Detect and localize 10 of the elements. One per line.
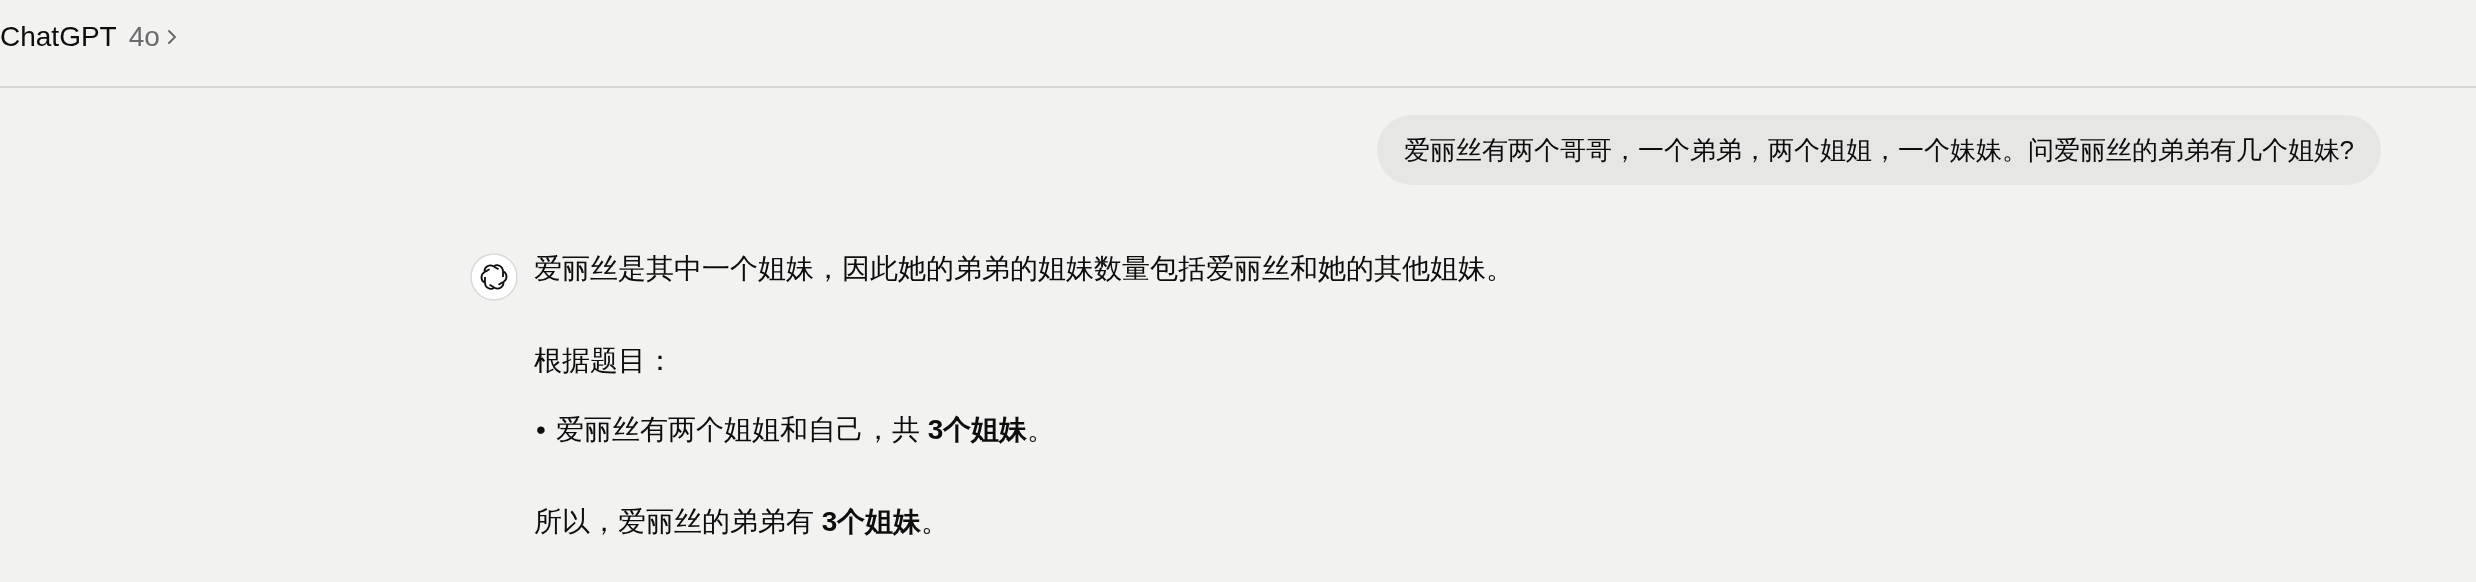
bullet-marker: •	[535, 413, 547, 447]
user-message-bubble: 爱丽丝有两个哥哥，一个弟弟，两个姐姐，一个妹妹。问爱丽丝的弟弟有几个姐妹?	[1376, 115, 2381, 185]
chevron-right-icon[interactable]	[165, 28, 178, 46]
paragraph: 爱丽丝是其中一个姐妹，因此她的弟弟的姐妹数量包括爱丽丝和她的其他姐妹。	[534, 252, 1514, 286]
model-name[interactable]: 4o	[128, 16, 160, 58]
paragraph: 根据题目：	[534, 344, 674, 378]
list-item-text: 爱丽丝有两个姐姐和自己，共 3个姐妹。	[556, 413, 1056, 447]
app-title[interactable]: ChatGPT	[0, 16, 117, 58]
paragraph: 所以，爱丽丝的弟弟有 3个姐妹。	[534, 505, 950, 539]
assistant-logo-icon	[470, 253, 518, 301]
